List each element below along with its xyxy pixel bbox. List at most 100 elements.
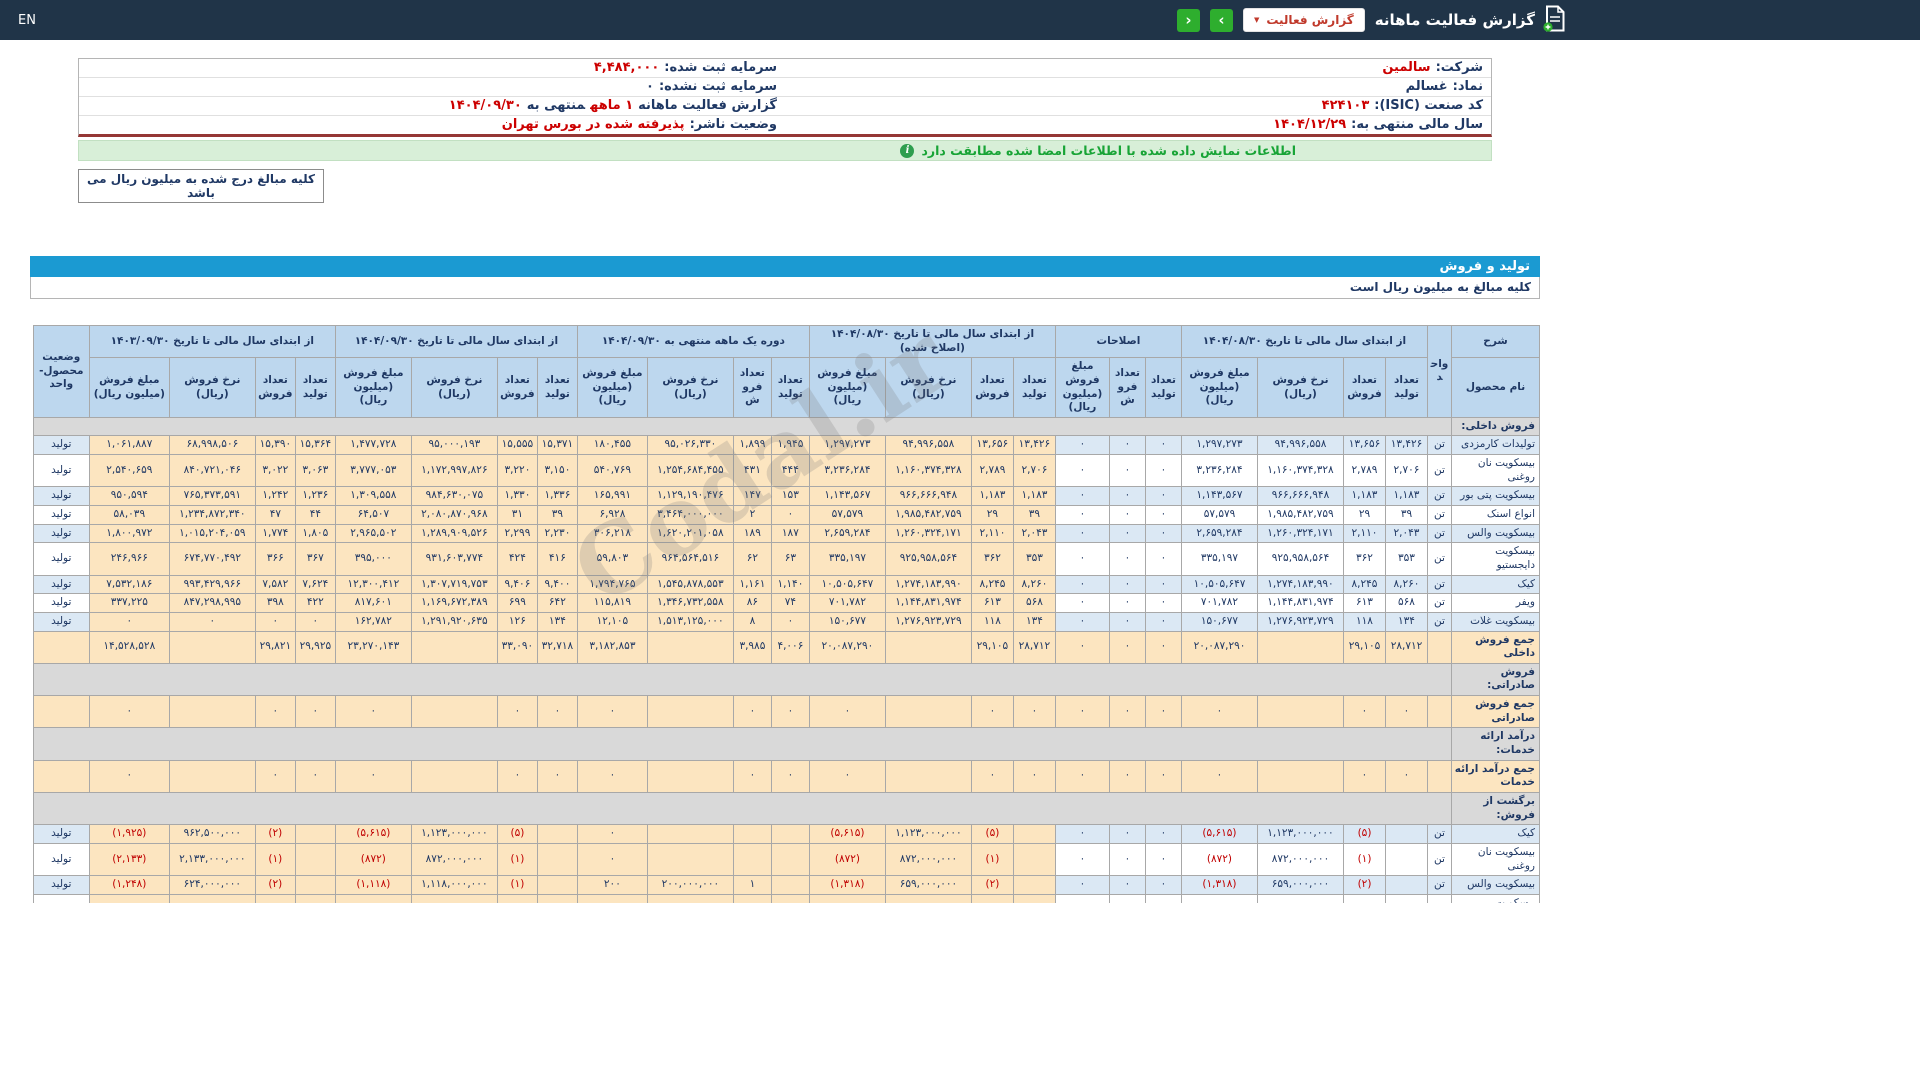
- table-cell: ۳,۱۸۲,۸۵۳: [576, 630, 648, 664]
- table-cell: (۲۰۲): [88, 893, 170, 903]
- info-cell: وضعیت ناشر: پذیرفته شده در بورس تهران: [79, 116, 785, 134]
- table-cell: ۶۴,۵۰۷: [334, 505, 412, 525]
- table-cell: ۱۸۹: [732, 523, 772, 544]
- table-cell: [1257, 630, 1344, 664]
- table-cell: ۰: [1108, 574, 1146, 595]
- table-cell: ۳,۲۳۶,۲۸۴: [808, 454, 886, 488]
- language-switch[interactable]: EN: [18, 13, 36, 28]
- negative-value: (۸۷۲): [360, 852, 386, 865]
- table-cell: ۰: [1054, 523, 1110, 544]
- section-filler: [32, 791, 1453, 826]
- table-cell: [334, 893, 412, 903]
- table-cell: ۲,۰۸۰,۸۷۰,۹۶۸: [410, 505, 498, 525]
- table-cell: ۰: [1108, 842, 1146, 877]
- table-cell: (۱): [1343, 842, 1386, 877]
- table-cell: ۰: [1054, 611, 1110, 632]
- table-cell: [646, 695, 734, 729]
- table-cell: [1385, 824, 1428, 844]
- table-cell: ۱۱۸: [1343, 611, 1386, 632]
- table-cell: ۲,۱۳۳,۰۰۰,۰۰۰: [168, 842, 256, 877]
- unit-cell: تن: [1427, 611, 1452, 632]
- table-cell: [884, 893, 972, 903]
- table-cell: [1257, 695, 1344, 729]
- table-cell: ۱۶۲,۷۸۲: [334, 611, 412, 632]
- table-cell: [294, 842, 336, 877]
- table-cell: ۰: [1144, 695, 1182, 729]
- status-cell: تولید: [32, 875, 90, 895]
- report-type-dropdown[interactable]: گزارش فعالیت ▼: [1242, 8, 1365, 32]
- negative-value: (۲): [268, 878, 283, 891]
- product-row: بیسکویت غلات تن ۱۳۴ ۱۱۸ ۱,۲۷۶,۹۲۳,۷۲۹ ۱۵۰,۶۷۷…: [32, 611, 1540, 632]
- info-label: کد صنعت (ISIC):: [1374, 98, 1483, 113]
- table-cell: ۱,۰۱۵,۲۰۴,۰۵۹: [168, 523, 256, 544]
- table-cell: ۳,۷۷۷,۰۵۳: [334, 454, 412, 488]
- total-row: جمع فروش داخلی ۲۸,۷۱۲ ۲۹,۱۰۵ ۲۰,۰۸۷,۲۹۰ ۰ ۰ ۰ ۲…: [32, 630, 1540, 664]
- table-cell: ۵۴۰,۷۶۹: [576, 454, 648, 488]
- table-cell: ۳۰۶,۲۱۸: [576, 523, 648, 544]
- table-cell: ۰: [1054, 542, 1110, 576]
- next-report-button[interactable]: ›: [1209, 8, 1233, 32]
- section-row: فروش صادراتی:: [32, 662, 1540, 697]
- table-cell: ۲۹,۹۲۵: [294, 630, 336, 664]
- table-cell: ۰: [1108, 824, 1146, 844]
- unit-cell: [1427, 630, 1452, 664]
- table-cell: ۰: [334, 695, 412, 729]
- table-cell: ۲۹: [970, 505, 1014, 525]
- table-cell: ۸۷۲,۰۰۰,۰۰۰: [884, 842, 972, 877]
- table-cell: ۲,۲۳۰: [536, 523, 578, 544]
- status-cell: تولید: [32, 542, 90, 576]
- unit-cell: تن: [1427, 505, 1452, 525]
- table-cell: (۵,۶۱۵): [808, 824, 886, 844]
- table-cell: [646, 824, 734, 844]
- table-cell: ۰: [1108, 505, 1146, 525]
- table-cell: ۰: [1054, 454, 1110, 488]
- column-header: نرخ فروش (ریال): [168, 357, 256, 418]
- table-cell: ۲۰,۰۸۷,۲۹۰: [1180, 630, 1259, 664]
- table-cell: ۲,۷۸۹: [970, 454, 1014, 488]
- table-cell: [536, 893, 578, 903]
- table-cell: [1108, 893, 1146, 903]
- table-cell: ۳۶۲: [970, 542, 1014, 576]
- info-label: نماد:: [1452, 79, 1483, 94]
- negative-value: (۵): [510, 827, 525, 840]
- table-cell: ۹,۴۰۰: [536, 574, 578, 595]
- table-cell: ۴۳۱: [732, 454, 772, 488]
- table-cell: ۱,۱۴۰: [770, 574, 810, 595]
- table-cell: ۵۸,۰۳۹: [88, 505, 170, 525]
- table-cell: ۱۸۷: [770, 523, 810, 544]
- table-cell: ۴۲۲: [294, 593, 336, 613]
- table-cell: (۱,۱۱۸): [334, 875, 412, 895]
- table-cell: ۲: [732, 505, 772, 525]
- table-cell: ۳۹: [1012, 505, 1056, 525]
- table-cell: ۰: [576, 695, 648, 729]
- table-cell: ۲۰۰,۰۰۰,۰۰۰: [646, 875, 734, 895]
- column-header: نرخ فروش (ریال): [1257, 357, 1344, 418]
- table-cell: [646, 759, 734, 793]
- prev-report-button[interactable]: ‹: [1176, 8, 1200, 32]
- table-cell: [1385, 842, 1428, 877]
- info-label: منتهی به: [526, 98, 586, 113]
- table-cell: ۰: [970, 695, 1014, 729]
- table-cell: ۰: [88, 611, 170, 632]
- table-cell: [770, 875, 810, 895]
- table-cell: ۵۶۸: [1012, 593, 1056, 613]
- table-cell: (۱,۳۱۸): [1180, 875, 1259, 895]
- table-cell: ۱۰,۵۰۵,۶۴۷: [808, 574, 886, 595]
- negative-value: (۱,۱۱۸): [356, 878, 391, 891]
- table-cell: ۳۱: [496, 505, 538, 525]
- table-cell: ۱۳,۶۵۶: [1343, 435, 1386, 456]
- page-title: گزارش فعالیت ماهانه: [1374, 11, 1535, 29]
- table-cell: ۲۹,۱۰۵: [1343, 630, 1386, 664]
- unit-cell: تن: [1427, 486, 1452, 507]
- table-cell: ۰: [732, 759, 772, 793]
- table-cell: ۲,۱۱۰: [970, 523, 1014, 544]
- table-cell: ۱۳۴: [536, 611, 578, 632]
- table-cell: ۷,۶۲۴: [294, 574, 336, 595]
- table-cell: ۵۹,۸۰۳: [576, 542, 648, 576]
- section-label: برگشت از فروش:: [1451, 791, 1540, 826]
- info-cell: نماد: غسالم: [785, 78, 1491, 96]
- header-group: دوره یک ماهه منتهی به ۱۴۰۴/۰۹/۳۰: [576, 325, 810, 359]
- table-cell: [732, 893, 772, 903]
- table-cell: ۱۱۵,۸۱۹: [576, 593, 648, 613]
- table-cell: [168, 759, 256, 793]
